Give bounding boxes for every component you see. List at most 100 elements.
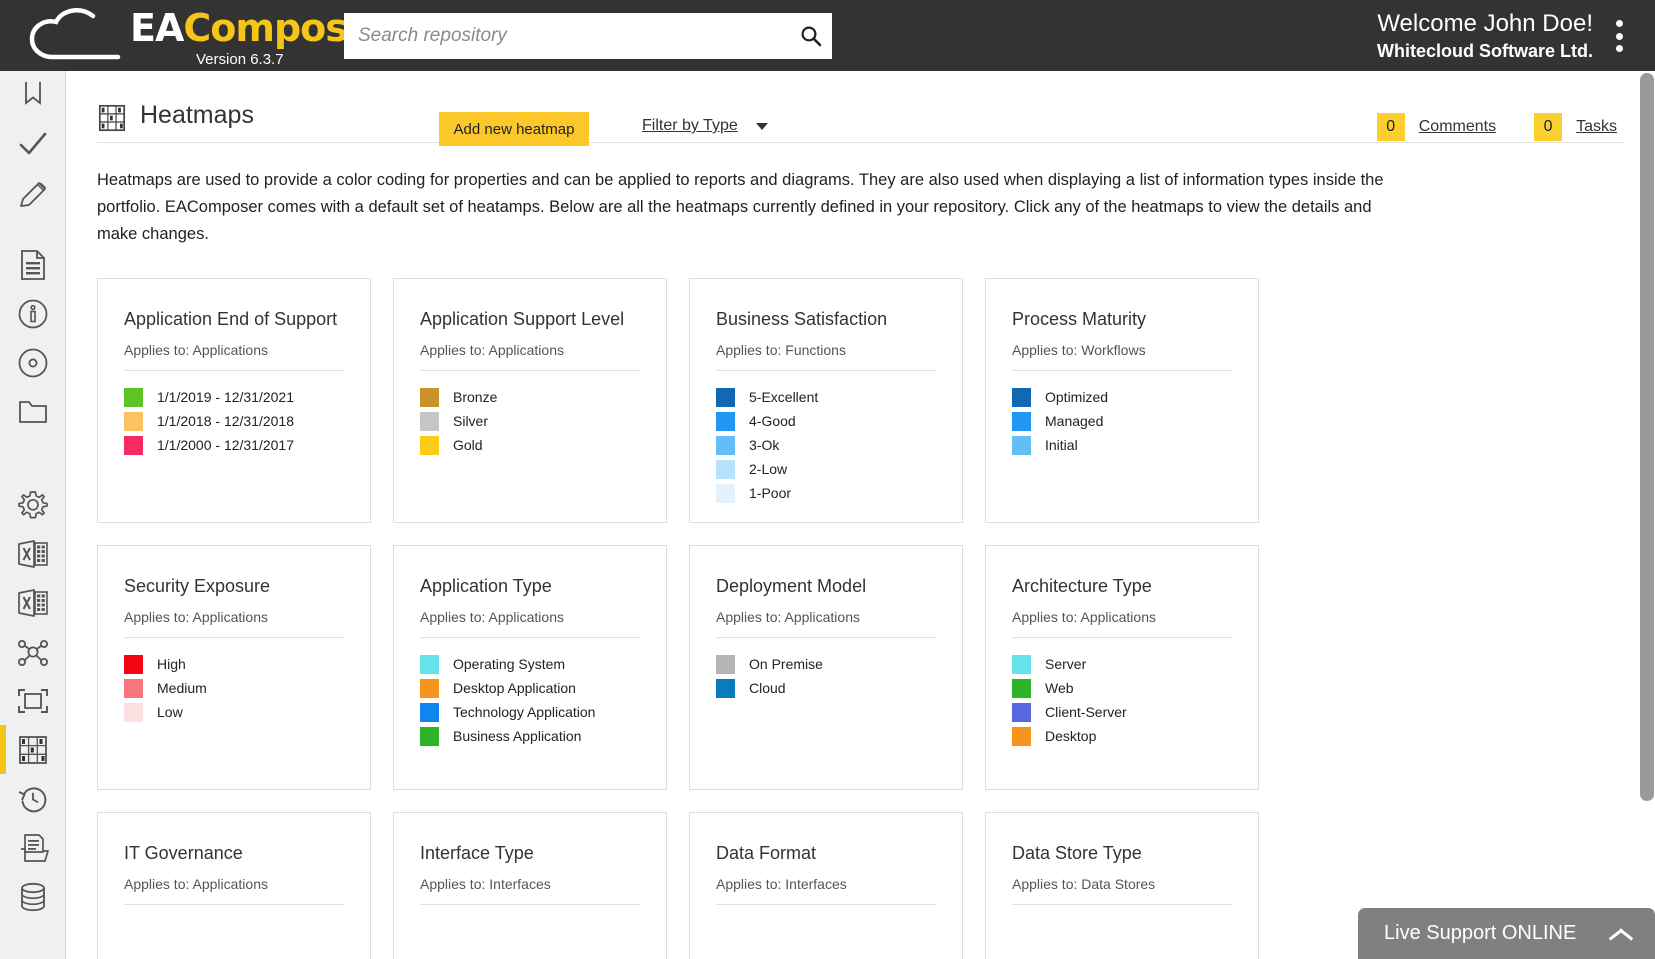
filter-by-type-dropdown[interactable]: Filter by Type bbox=[642, 117, 768, 135]
heatmap-card-title: Application Support Level bbox=[420, 309, 625, 329]
check-icon bbox=[17, 130, 49, 160]
sidebar bbox=[0, 71, 66, 959]
legend-color-swatch bbox=[716, 483, 735, 503]
legend-color-swatch bbox=[716, 411, 735, 431]
filter-by-type-label: Filter by Type bbox=[642, 117, 738, 134]
legend-color-swatch bbox=[1012, 411, 1031, 431]
legend-color-swatch bbox=[1012, 678, 1031, 698]
heatmap-legend: High Medium Low bbox=[124, 652, 344, 724]
heatmap-card[interactable]: IT Governance Applies to: Applications bbox=[97, 812, 371, 959]
heatmap-card[interactable]: Deployment Model Applies to: Applications… bbox=[689, 545, 963, 790]
sidebar-item-information[interactable] bbox=[0, 289, 65, 338]
legend-color-swatch bbox=[716, 435, 735, 455]
search-icon[interactable] bbox=[790, 24, 832, 48]
legend-row: Business Application bbox=[420, 724, 640, 748]
welcome-text: Welcome John Doe! bbox=[1377, 10, 1593, 37]
heatmap-card-title: Business Satisfaction bbox=[716, 309, 888, 329]
legend-color-swatch bbox=[124, 702, 143, 722]
sidebar-divider-1 bbox=[0, 218, 65, 240]
search-box[interactable] bbox=[344, 13, 832, 59]
heatmap-card[interactable]: Data Format Applies to: Interfaces bbox=[689, 812, 963, 959]
legend-label: Silver bbox=[453, 413, 489, 429]
sidebar-item-media[interactable] bbox=[0, 338, 65, 387]
heatmap-card[interactable]: Process Maturity Applies to: Workflows Opt… bbox=[985, 278, 1259, 523]
legend-label: Technology Application bbox=[453, 704, 596, 720]
heatmap-card[interactable]: Interface Type Applies to: Interfaces bbox=[393, 812, 667, 959]
heatmap-card-title: Security Exposure bbox=[124, 576, 271, 596]
legend-color-swatch bbox=[1012, 654, 1031, 674]
heatmap-legend: Server Web Client-Server Desktop bbox=[1012, 652, 1232, 748]
legend-label: Cloud bbox=[749, 680, 786, 696]
database-icon bbox=[17, 881, 49, 913]
legend-label: Desktop Application bbox=[453, 680, 576, 696]
heatmap-grid-icon bbox=[97, 103, 127, 133]
search-input[interactable] bbox=[344, 14, 790, 58]
sidebar-item-edit[interactable] bbox=[0, 169, 65, 218]
legend-color-swatch bbox=[716, 654, 735, 674]
vertical-scrollbar-thumb[interactable] bbox=[1640, 73, 1654, 801]
legend-label: 4-Good bbox=[749, 413, 796, 429]
legend-row: 1/1/2019 - 12/31/2021 bbox=[124, 385, 344, 409]
sidebar-item-diagrams[interactable] bbox=[0, 676, 65, 725]
legend-row: Cloud bbox=[716, 676, 936, 700]
legend-row: On Premise bbox=[716, 652, 936, 676]
brand-logo[interactable]: EAComposer Version 6.3.7 bbox=[0, 0, 390, 71]
sidebar-item-repository[interactable] bbox=[0, 872, 65, 921]
chevron-down-icon[interactable] bbox=[755, 122, 768, 130]
sidebar-item-export-excel[interactable] bbox=[0, 529, 65, 578]
sidebar-item-approvals[interactable] bbox=[0, 120, 65, 169]
legend-row: Gold bbox=[420, 433, 640, 457]
legend-color-swatch bbox=[1012, 435, 1031, 455]
header-actions: 0 Comments 0 Tasks bbox=[1376, 113, 1617, 141]
add-new-heatmap-button[interactable]: Add new heatmap bbox=[439, 112, 589, 146]
legend-label: Low bbox=[157, 704, 183, 720]
heatmap-legend: 5-Excellent 4-Good 3-Ok 2-Low 1-Poor bbox=[716, 385, 936, 505]
sidebar-item-relations[interactable] bbox=[0, 627, 65, 676]
heatmap-card[interactable]: Application Type Applies to: Applications… bbox=[393, 545, 667, 790]
sidebar-item-documents[interactable] bbox=[0, 240, 65, 289]
legend-color-swatch bbox=[420, 702, 439, 722]
heatmap-card-grid: Application End of Support Applies to: Ap… bbox=[97, 278, 1287, 959]
network-icon bbox=[16, 637, 50, 667]
sidebar-item-reports[interactable] bbox=[0, 823, 65, 872]
sidebar-item-settings[interactable] bbox=[0, 480, 65, 529]
sidebar-item-bookmark[interactable] bbox=[0, 71, 65, 120]
tasks-link[interactable]: Tasks bbox=[1576, 118, 1617, 136]
heatmap-card-title: Architecture Type bbox=[1012, 576, 1152, 596]
excel-export-icon bbox=[16, 539, 50, 569]
heatmap-card-title: Data Store Type bbox=[1012, 843, 1142, 863]
gear-icon bbox=[16, 488, 50, 522]
heatmap-card-title: Application Type bbox=[420, 576, 552, 596]
legend-color-swatch bbox=[124, 435, 143, 455]
heatmap-card-applies-to: Applies to: Functions bbox=[716, 342, 936, 371]
heatmap-card[interactable]: Security Exposure Applies to: Application… bbox=[97, 545, 371, 790]
sidebar-item-heatmaps[interactable] bbox=[0, 725, 65, 774]
legend-label: 1/1/2019 - 12/31/2021 bbox=[157, 389, 295, 405]
comments-link[interactable]: Comments bbox=[1419, 118, 1496, 136]
legend-row: 2-Low bbox=[716, 457, 936, 481]
vertical-scrollbar[interactable] bbox=[1638, 71, 1655, 959]
legend-row: Technology Application bbox=[420, 700, 640, 724]
chevron-up-icon[interactable] bbox=[1609, 927, 1633, 941]
legend-row: Managed bbox=[1012, 409, 1232, 433]
live-support-bar[interactable]: Live Support ONLINE bbox=[1358, 908, 1655, 959]
kebab-menu-icon[interactable] bbox=[1611, 20, 1627, 52]
legend-label: Bronze bbox=[453, 389, 498, 405]
legend-color-swatch bbox=[124, 387, 143, 407]
heatmap-card[interactable]: Architecture Type Applies to: Application… bbox=[985, 545, 1259, 790]
heatmap-card[interactable]: Data Store Type Applies to: Data Stores bbox=[985, 812, 1259, 959]
sidebar-divider-2 bbox=[0, 436, 65, 458]
frame-icon bbox=[16, 687, 50, 715]
heatmap-card[interactable]: Application End of Support Applies to: Ap… bbox=[97, 278, 371, 523]
sidebar-item-import-excel[interactable] bbox=[0, 578, 65, 627]
legend-color-swatch bbox=[124, 654, 143, 674]
print-icon bbox=[17, 833, 49, 863]
page-description: Heatmaps are used to provide a color cod… bbox=[97, 171, 1384, 243]
heatmap-card[interactable]: Business Satisfaction Applies to: Functio… bbox=[689, 278, 963, 523]
legend-label: On Premise bbox=[749, 656, 823, 672]
legend-label: Gold bbox=[453, 437, 483, 453]
heatmap-card[interactable]: Application Support Level Applies to: App… bbox=[393, 278, 667, 523]
sidebar-item-folders[interactable] bbox=[0, 387, 65, 436]
sidebar-item-history[interactable] bbox=[0, 774, 65, 823]
top-bar: EAComposer Version 6.3.7 Welcome John Do… bbox=[0, 0, 1655, 71]
